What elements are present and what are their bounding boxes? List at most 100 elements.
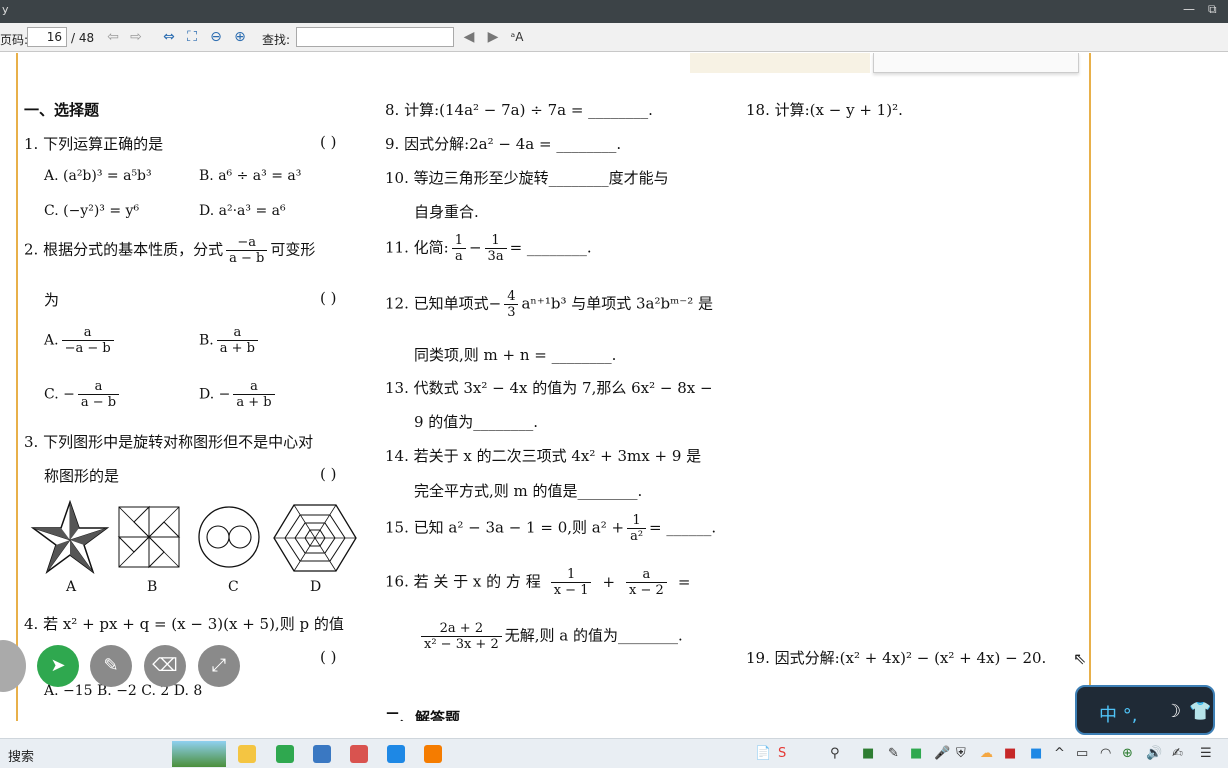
numerator: 4 xyxy=(504,289,519,305)
pdf-app-icon[interactable] xyxy=(350,745,368,763)
tray-media-icon[interactable]: ■ xyxy=(1030,746,1042,761)
question-2-text-end: 可变形 xyxy=(270,240,316,259)
page-total: / 48 xyxy=(71,31,95,45)
tray-doc-icon[interactable]: 📄 xyxy=(755,746,771,761)
header-decoration xyxy=(690,53,870,73)
question-15-text-end: = ______. xyxy=(649,518,717,537)
notes-app-icon[interactable] xyxy=(276,745,294,763)
page-number-input[interactable]: 16 xyxy=(27,27,67,47)
fraction: 1 3a xyxy=(484,233,507,264)
question-12-text: 12. 已知单项式− xyxy=(385,294,502,313)
restore-icon[interactable]: ⧉ xyxy=(1208,2,1217,17)
fraction: 2a + 2 x² − 3x + 2 xyxy=(421,621,502,652)
denominator: a + b xyxy=(219,341,255,356)
fraction: aa − b xyxy=(77,379,120,410)
denominator: x² − 3x + 2 xyxy=(424,637,499,652)
question-14: 14. 若关于 x 的二次三项式 4x² + 3mx + 9 是 xyxy=(385,447,702,465)
option-label: A. xyxy=(44,332,59,349)
question-12: 12. 已知单项式− 4 3 aⁿ⁺¹b³ 与单项式 3a²bᵐ⁻² 是 xyxy=(385,289,713,320)
pointer-tool-button[interactable]: ➤ xyxy=(37,645,79,687)
denominator: a xyxy=(454,249,463,264)
ime-mode-text: 中 °, xyxy=(1099,705,1138,726)
option-1b: B. a⁶ ÷ a³ = a³ xyxy=(199,168,302,184)
notification-icon[interactable]: ☰ xyxy=(1200,746,1212,761)
pinwheel-figure xyxy=(117,505,181,569)
answer-paren: ( ) xyxy=(320,648,337,666)
tray-shield-icon[interactable]: ⛨ xyxy=(956,746,966,761)
numerator: a xyxy=(61,325,114,341)
media-app-icon[interactable] xyxy=(387,745,405,763)
zoom-out-icon[interactable]: ⊖ xyxy=(207,28,225,46)
denominator: a − b xyxy=(229,251,265,266)
expand-tool-button[interactable]: ⤢ xyxy=(198,645,240,687)
section-heading: 一、选择题 xyxy=(24,101,100,119)
fraction: a −a − b xyxy=(61,325,114,356)
moon-icon[interactable]: ☽ xyxy=(1165,701,1181,722)
tray-notes-icon[interactable]: ■ xyxy=(910,746,922,761)
numerator: a xyxy=(216,325,258,341)
tray-monitor-icon[interactable]: ▭ xyxy=(1076,746,1088,761)
tray-app-icon[interactable]: ■ xyxy=(1004,746,1016,761)
denominator: x − 1 xyxy=(553,583,589,598)
option-2d: D. − a a + b xyxy=(199,379,278,410)
toolbar-handle[interactable] xyxy=(0,640,26,692)
option-1c: C. (−y²)³ = y⁶ xyxy=(44,203,140,219)
fraction: 1 a² xyxy=(627,513,647,544)
question-1: 1. 下列运算正确的是 xyxy=(24,135,164,153)
find-next-icon[interactable]: ▶ xyxy=(484,28,502,46)
wifi-icon[interactable]: ◠ xyxy=(1100,746,1111,761)
plus-sign: + xyxy=(602,572,616,591)
fit-width-icon[interactable]: ⇔ xyxy=(160,28,178,46)
question-19: 19. 因式分解:(x² + 4x)² − (x² + 4x) − 20. xyxy=(746,649,1047,667)
find-input[interactable] xyxy=(296,27,454,47)
pen-tool-button[interactable]: ✎ xyxy=(90,645,132,687)
numerator: 1 xyxy=(451,233,466,249)
minimize-icon[interactable]: — xyxy=(1183,2,1195,16)
back-arrow-icon[interactable]: ⇦ xyxy=(104,28,122,46)
eraser-tool-button[interactable]: ⌫ xyxy=(144,645,186,687)
photos-app-icon[interactable] xyxy=(313,745,331,763)
fraction: 1x − 1 xyxy=(550,567,592,598)
ime-widget[interactable]: 中 °, ☽ 👕 xyxy=(1075,685,1215,735)
question-13: 13. 代数式 3x² − 4x 的值为 7,那么 6x² − 8x − xyxy=(385,379,713,397)
volume-icon[interactable]: 🔊 xyxy=(1146,746,1162,761)
forward-arrow-icon[interactable]: ⇨ xyxy=(127,28,145,46)
cursor-icon: ⇖ xyxy=(1073,649,1087,668)
question-11: 11. 化简: 1 a −1 3a = ________. xyxy=(385,233,592,264)
tool-app-icon[interactable] xyxy=(424,745,442,763)
shirt-icon[interactable]: 👕 xyxy=(1189,701,1211,722)
question-15-text: 15. 已知 a² − 3a − 1 = 0,则 a² + xyxy=(385,518,625,537)
file-explorer-icon[interactable] xyxy=(238,745,256,763)
fit-page-icon[interactable]: ⛶ xyxy=(183,28,201,46)
tray-pen-icon[interactable]: ✎ xyxy=(888,746,899,761)
question-8: 8. 计算:(14a² − 7a) ÷ 7a = ________. xyxy=(385,101,653,119)
denominator: 3a xyxy=(487,249,504,264)
tray-s-icon[interactable]: S xyxy=(778,746,786,761)
numerator: 1 xyxy=(484,233,507,249)
tray-plus-icon[interactable]: ⊕ xyxy=(1122,746,1133,761)
option-label: B. xyxy=(199,332,214,349)
tray-green-icon[interactable]: ■ xyxy=(862,746,874,761)
find-label: 查找: xyxy=(262,33,291,47)
answer-paren: ( ) xyxy=(320,465,337,483)
tray-up-icon[interactable]: ^ xyxy=(1054,746,1065,761)
question-2-text: 2. 根据分式的基本性质，分式 xyxy=(24,240,224,259)
fraction: aa + b xyxy=(216,325,258,356)
tray-user-icon[interactable]: ⚲ xyxy=(830,746,840,761)
denominator: a + b xyxy=(236,395,272,410)
find-previous-icon[interactable]: ◀ xyxy=(460,28,478,46)
tray-pen2-icon[interactable]: ✍ xyxy=(1172,746,1183,761)
tray-mic-icon[interactable]: 🎤 xyxy=(934,746,950,761)
tray-cloud-icon[interactable]: ☁ xyxy=(980,746,993,761)
reader-toolbar: 页码: 16 / 48 ⇦ ⇨ ⇔ ⛶ ⊖ ⊕ 查找: ◀ ▶ ᵃA xyxy=(0,23,1228,52)
document-page[interactable]: 一、选择题 1. 下列运算正确的是 ( ) A. (a²b)³ = a⁵b³ B… xyxy=(0,53,1228,721)
question-3: 3. 下列图形中是旋转对称图形但不是中心对 xyxy=(24,433,314,451)
numerator: 1 xyxy=(550,567,592,583)
question-9: 9. 因式分解:2a² − 4a = ________. xyxy=(385,135,622,153)
taskbar: 搜索 📄 S ⚲ ■ ✎ ■ 🎤 ⛨ ☁ ■ ■ ^ ▭ ◠ ⊕ 🔊 ✍ ☰ xyxy=(0,738,1228,768)
zoom-in-icon[interactable]: ⊕ xyxy=(231,28,249,46)
taskbar-search[interactable]: 搜索 xyxy=(8,746,34,765)
search-highlight-image xyxy=(172,741,226,767)
window-titlebar: y — ⧉ xyxy=(0,0,1228,23)
find-options-icon[interactable]: ᵃA xyxy=(508,28,526,46)
